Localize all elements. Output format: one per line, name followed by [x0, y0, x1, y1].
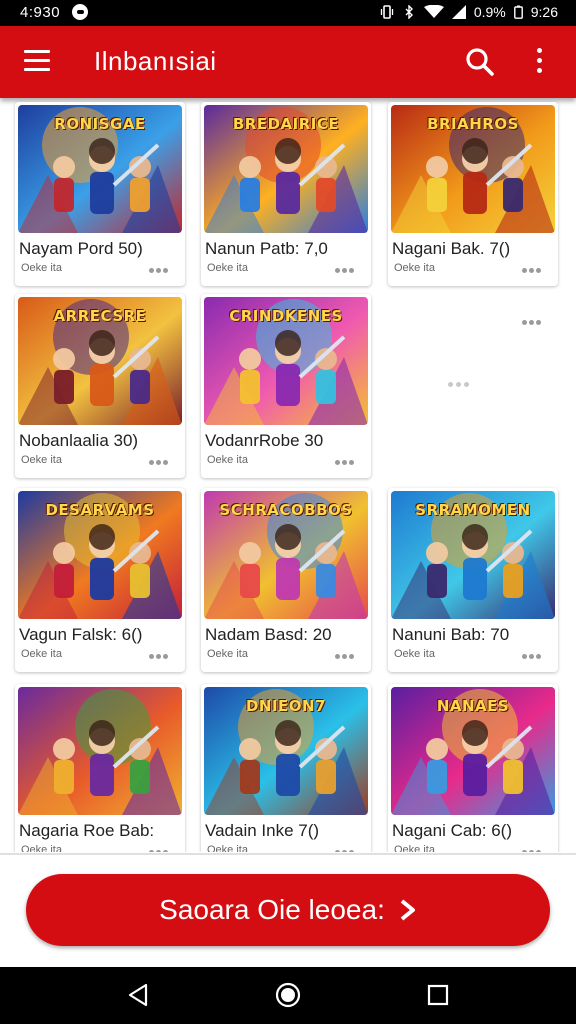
vibrate-icon	[380, 5, 393, 19]
game-title[interactable]: Nadam Basd: 20	[205, 625, 332, 645]
wifi-icon	[423, 5, 444, 18]
game-card[interactable]: BREDAIRICE Nanun Patb: 7,0 Oeke ita	[201, 102, 371, 286]
notification-icon	[72, 4, 88, 20]
game-card[interactable]: SCHRACOBBOS Nadam Basd: 20 Oeke ita	[201, 488, 371, 672]
game-logo: RONISGAE	[54, 115, 146, 133]
game-art	[18, 687, 182, 815]
game-subtitle: Oeke ita	[207, 454, 248, 466]
game-logo: CRINDKENES	[229, 307, 343, 325]
game-subtitle: Oeke ita	[21, 454, 62, 466]
game-card[interactable]: NANAES Nagani Cab: 6() Oeke ita	[388, 684, 558, 852]
game-thumbnail[interactable]: ARRECSRE	[18, 297, 182, 425]
more-icon[interactable]	[149, 842, 171, 852]
game-thumbnail[interactable]: BREDAIRICE	[204, 105, 368, 233]
app-bar: Ilnbanısiai	[0, 26, 576, 98]
more-icon[interactable]	[149, 260, 171, 273]
game-thumbnail[interactable]: RONISGAE	[18, 105, 182, 233]
more-icon[interactable]	[149, 452, 171, 465]
game-title[interactable]: Nagani Cab: 6()	[392, 821, 512, 841]
game-title[interactable]: Nanun Patb: 7,0	[205, 239, 328, 259]
game-card[interactable]: RONISGAE Nayam Pord 50) Oeke ita	[15, 102, 185, 286]
game-card[interactable]: BRIAHROS Nagani Bak. 7() Oeke ita	[388, 102, 558, 286]
game-title[interactable]: Nobanlaalia 30)	[19, 431, 138, 451]
menu-icon[interactable]	[24, 50, 50, 72]
more-icon[interactable]	[335, 646, 357, 659]
game-subtitle: Oeke ita	[394, 262, 435, 274]
app-title: Ilnbanısiai	[94, 46, 217, 76]
game-logo: BRIAHROS	[427, 115, 519, 133]
cta-label: Saoara Oie leoea:	[159, 894, 385, 925]
game-card[interactable]: ARRECSRE Nobanlaalia 30) Oeke ita	[15, 294, 185, 478]
game-card[interactable]: Nagaria Roe Bab: Oeke ita	[15, 684, 185, 852]
more-icon[interactable]	[335, 842, 357, 852]
bluetooth-icon	[405, 5, 413, 19]
game-subtitle: Oeke ita	[21, 648, 62, 660]
more-icon[interactable]	[522, 646, 544, 659]
more-icon[interactable]	[335, 452, 357, 465]
game-thumbnail[interactable]: DNIEON7	[204, 687, 368, 815]
game-thumbnail[interactable]	[18, 687, 182, 815]
game-title[interactable]: Vagun Falsk: 6()	[19, 625, 142, 645]
overflow-menu-icon[interactable]	[534, 48, 544, 78]
recent-apps-icon[interactable]	[424, 981, 452, 1009]
game-title[interactable]: Nagani Bak. 7()	[392, 239, 510, 259]
more-icon[interactable]	[522, 842, 544, 852]
status-clock: 9:26	[530, 4, 558, 20]
game-subtitle: Oeke ita	[207, 262, 248, 274]
battery-icon	[513, 5, 523, 19]
game-title[interactable]: Nayam Pord 50)	[19, 239, 143, 259]
game-subtitle: Oeke ita	[21, 262, 62, 274]
system-nav-bar	[0, 967, 576, 1024]
game-thumbnail[interactable]: CRINDKENES	[204, 297, 368, 425]
loading-icon	[448, 374, 472, 392]
game-title[interactable]: Vadain Inke 7()	[205, 821, 319, 841]
status-bar: 4:930 0.9% 9:26	[0, 0, 576, 26]
cta-button[interactable]: Saoara Oie leoea:	[26, 874, 550, 946]
game-card[interactable]	[388, 294, 558, 478]
status-icons: 0.9% 9:26	[380, 4, 558, 20]
game-thumbnail[interactable]: NANAES	[391, 687, 555, 815]
game-title[interactable]: Nanuni Bab: 70	[392, 625, 509, 645]
game-card[interactable]: DESARVAMS Vagun Falsk: 6() Oeke ita	[15, 488, 185, 672]
more-icon[interactable]	[335, 260, 357, 273]
game-title[interactable]: Nagaria Roe Bab:	[19, 821, 154, 841]
more-icon[interactable]	[149, 646, 171, 659]
game-title[interactable]: VodanrRobe 30	[205, 431, 323, 451]
status-time: 4:930	[20, 4, 61, 21]
game-logo: SCHRACOBBOS	[219, 501, 353, 519]
game-logo: DNIEON7	[245, 697, 327, 715]
game-card[interactable]: SRRAMOMEN Nanuni Bab: 70 Oeke ita	[388, 488, 558, 672]
game-subtitle: Oeke ita	[394, 844, 435, 852]
game-thumbnail[interactable]: BRIAHROS	[391, 105, 555, 233]
home-icon[interactable]	[274, 981, 302, 1009]
game-subtitle: Oeke ita	[207, 648, 248, 660]
game-card[interactable]: DNIEON7 Vadain Inke 7() Oeke ita	[201, 684, 371, 852]
game-thumbnail[interactable]: SCHRACOBBOS	[204, 491, 368, 619]
chevron-right-icon	[400, 899, 415, 921]
game-thumbnail[interactable]: SRRAMOMEN	[391, 491, 555, 619]
game-subtitle: Oeke ita	[207, 844, 248, 852]
back-icon[interactable]	[124, 981, 152, 1009]
game-subtitle: Oeke ita	[394, 648, 435, 660]
game-logo: BREDAIRICE	[232, 115, 340, 133]
more-icon[interactable]	[522, 312, 544, 325]
game-thumbnail[interactable]: DESARVAMS	[18, 491, 182, 619]
game-subtitle: Oeke ita	[21, 844, 62, 852]
cta-area: Saoara Oie leoea:	[0, 855, 576, 967]
game-logo: ARRECSRE	[53, 307, 147, 325]
game-card[interactable]: CRINDKENES VodanrRobe 30 Oeke ita	[201, 294, 371, 478]
more-icon[interactable]	[522, 260, 544, 273]
game-logo: NANAES	[436, 697, 510, 715]
signal-icon	[451, 5, 466, 19]
battery-percent: 0.9%	[473, 4, 506, 20]
game-logo: SRRAMOMEN	[415, 501, 531, 519]
game-logo: DESARVAMS	[45, 501, 155, 519]
game-grid: RONISGAE Nayam Pord 50) Oeke ita BREDAIR…	[0, 100, 576, 852]
search-icon[interactable]	[464, 46, 496, 78]
